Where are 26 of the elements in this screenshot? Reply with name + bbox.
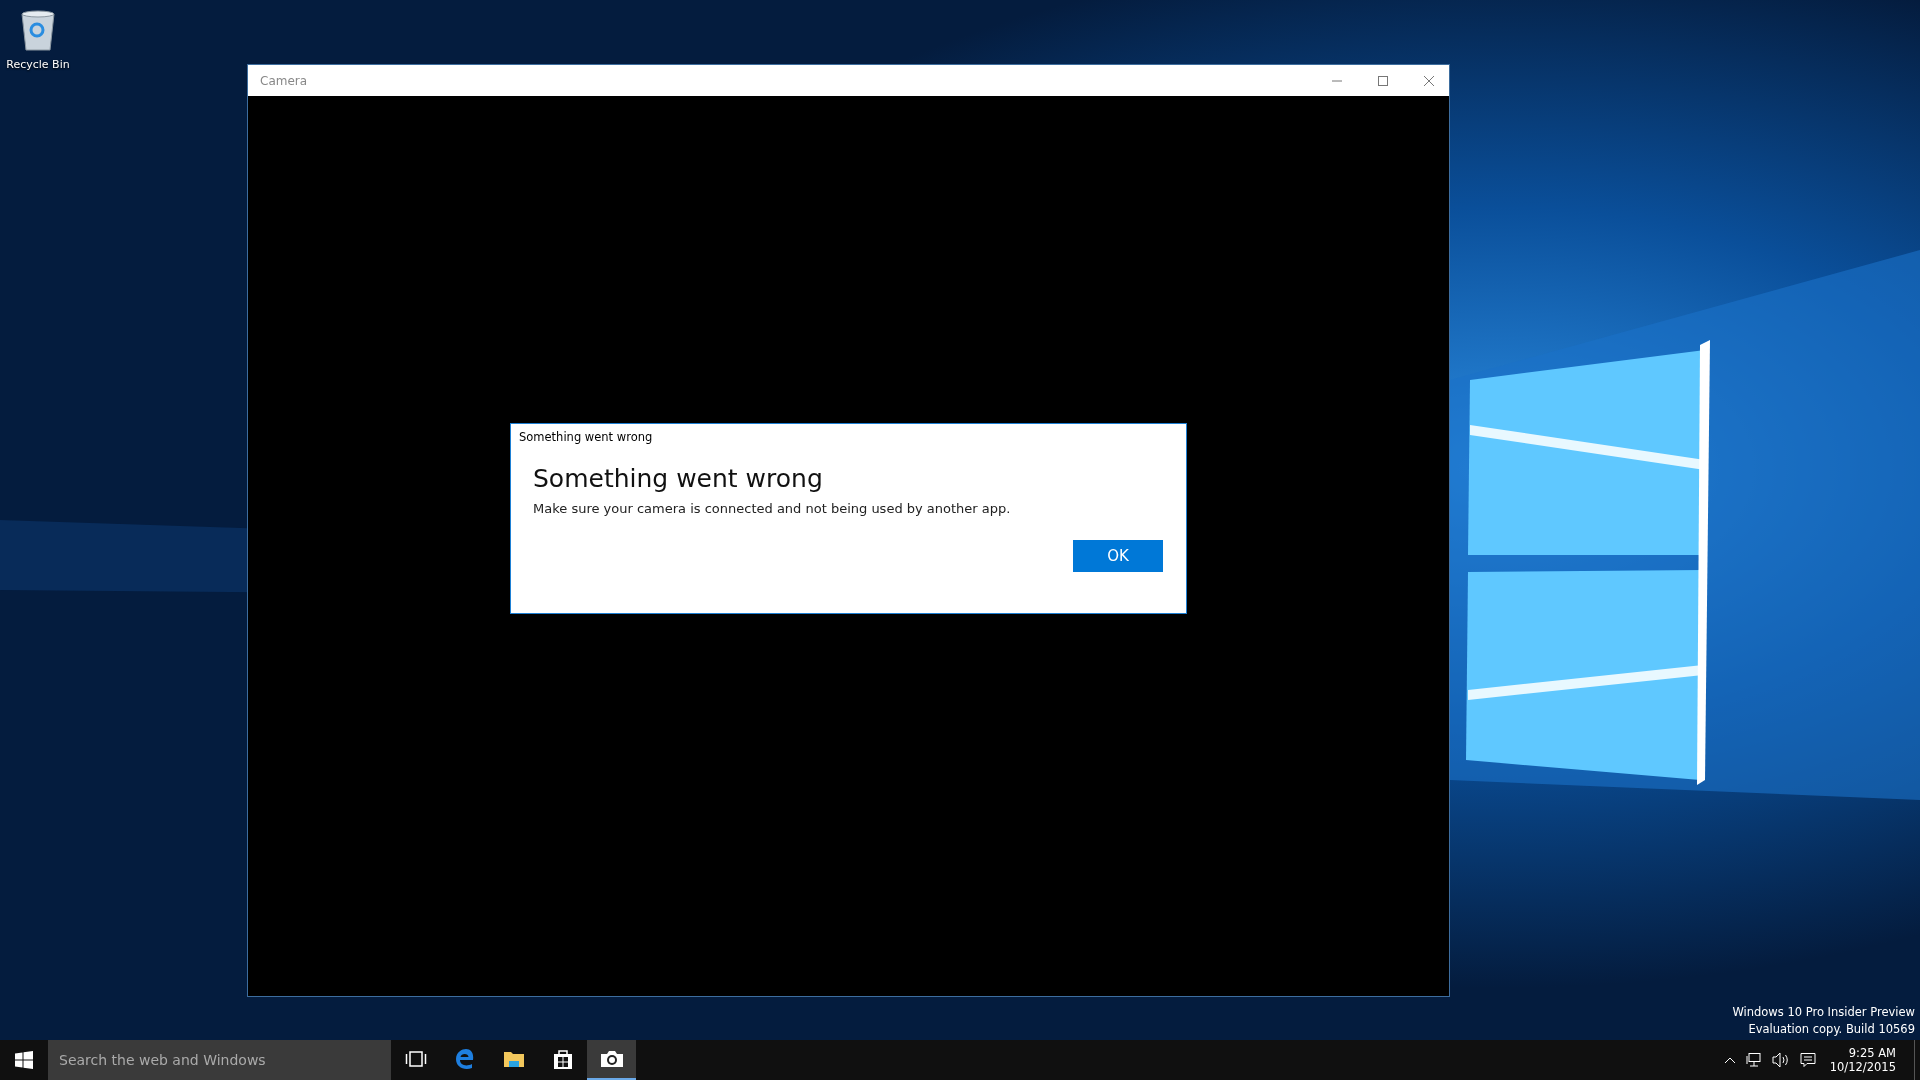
desktop-icon-label[interactable]: Recycle Bin: [6, 58, 70, 71]
network-icon[interactable]: [1745, 1052, 1762, 1068]
browser-icon: [453, 1048, 476, 1070]
ok-button[interactable]: OK: [1073, 539, 1163, 572]
evaluation-notice: Evaluation copy. Build 10569: [1748, 1022, 1915, 1036]
window-title: Camera: [260, 73, 308, 88]
maximize-icon[interactable]: [1377, 74, 1389, 87]
recycle-bin-icon[interactable]: [18, 8, 58, 52]
notifications-icon[interactable]: [1799, 1052, 1816, 1068]
dialog-caption: Something went wrong: [519, 429, 653, 444]
camera-icon: [599, 1050, 624, 1068]
speaker-icon[interactable]: [1771, 1052, 1790, 1068]
task-view-icon: [404, 1050, 427, 1068]
windows-logo-icon: [15, 1051, 33, 1069]
clock-date: 10/12/2015: [1829, 1060, 1896, 1074]
close-icon[interactable]: [1423, 74, 1435, 87]
chevron-up-icon[interactable]: [1723, 1055, 1736, 1065]
search-field[interactable]: Search the web and Windows: [48, 1040, 391, 1080]
evaluation-notice: Windows 10 Pro Insider Preview: [1732, 1005, 1915, 1019]
shopping-bag-icon: [552, 1048, 573, 1070]
folder-icon: [502, 1049, 525, 1069]
clock[interactable]: 9:25 AM 10/12/2015: [1825, 1046, 1904, 1074]
clock-time: 9:25 AM: [1848, 1046, 1896, 1060]
dialog-heading: Something went wrong: [533, 463, 823, 493]
dialog-message: Make sure your camera is connected and not being used by another app.: [533, 500, 1011, 516]
taskbar-app-button[interactable]: [587, 1040, 636, 1080]
